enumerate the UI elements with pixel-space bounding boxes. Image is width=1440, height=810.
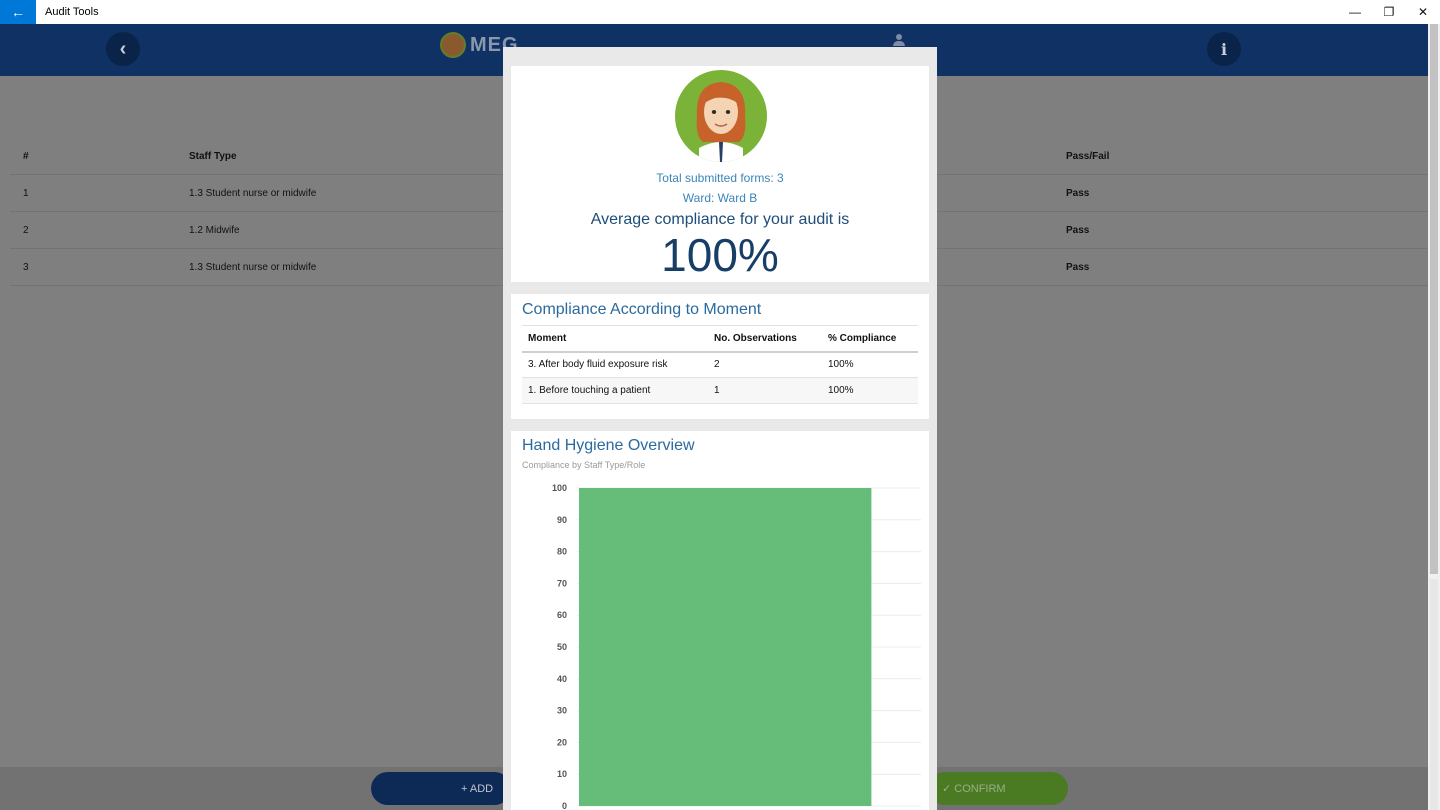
y-tick-label: 30 (557, 706, 567, 716)
window-titlebar: ← Audit Tools — ❐ ✕ (0, 0, 1440, 24)
moment-compliance-card: Compliance According to Moment Moment No… (511, 294, 929, 419)
overview-card-subtitle: Compliance by Staff Type/Role (522, 460, 646, 470)
col-header-number: # (23, 151, 29, 162)
moment-table: Moment No. Observations % Compliance 3. … (522, 325, 918, 404)
row-staff-type: 1.3 Student nurse or midwife (189, 188, 317, 199)
hand-hygiene-overview-card: Hand Hygiene Overview Compliance by Staf… (511, 431, 929, 810)
scrollbar-track[interactable] (1430, 579, 1438, 810)
close-button[interactable]: ✕ (1406, 0, 1440, 24)
compliance-cell: 100% (822, 377, 918, 404)
chevron-left-icon: ‹ (119, 37, 127, 60)
add-button[interactable]: + ADD (371, 772, 511, 805)
col-header-compliance: % Compliance (822, 325, 918, 353)
y-tick-label: 80 (557, 547, 567, 557)
back-arrow-icon: ← (11, 4, 25, 20)
summary-card: Total submitted forms: 3 Ward: Ward B Av… (511, 66, 929, 282)
table-row: 1. Before touching a patient 1 100% (522, 377, 918, 404)
observations-cell: 1 (708, 377, 822, 404)
col-header-observations: No. Observations (708, 325, 822, 353)
row-result: Pass (1066, 262, 1090, 273)
summary-modal: Total submitted forms: 3 Ward: Ward B Av… (503, 47, 937, 810)
nurse-avatar-icon (675, 70, 767, 162)
compliance-bar-chart: 0 10 20 30 40 50 60 70 80 90 100 (552, 483, 921, 810)
y-tick-label: 60 (557, 610, 567, 620)
row-staff-type: 1.2 Midwife (189, 225, 240, 236)
ward-text: Ward: Ward B (682, 191, 758, 205)
y-tick-label: 70 (557, 578, 567, 588)
moment-cell: 1. Before touching a patient (522, 377, 708, 404)
col-header-pass-fail: Pass/Fail (1066, 151, 1110, 162)
user-icon[interactable] (893, 34, 905, 48)
row-result: Pass (1066, 188, 1090, 199)
confirm-button[interactable]: ✓ CONFIRM (928, 772, 1068, 805)
compliance-cell: 100% (822, 351, 918, 378)
window-controls: — ❐ ✕ (1338, 0, 1440, 24)
y-tick-label: 90 (557, 515, 567, 525)
y-tick-label: 100 (552, 483, 567, 493)
header-back-button[interactable]: ‹ (106, 32, 140, 66)
row-staff-type: 1.3 Student nurse or midwife (189, 262, 317, 273)
table-row: 3. After body fluid exposure risk 2 100% (522, 351, 918, 378)
row-number: 1 (23, 188, 29, 199)
minimize-button[interactable]: — (1338, 0, 1372, 24)
y-tick-label: 50 (557, 642, 567, 652)
window-back-button[interactable]: ← (0, 0, 36, 24)
moment-card-title: Compliance According to Moment (522, 301, 762, 318)
observations-cell: 2 (708, 351, 822, 378)
scrollbar-thumb[interactable] (1430, 24, 1438, 574)
col-header-moment: Moment (522, 325, 708, 353)
row-number: 2 (23, 225, 29, 236)
y-tick-label: 0 (562, 801, 567, 810)
restore-button[interactable]: ❐ (1372, 0, 1406, 24)
logo-avatar-icon (440, 32, 466, 58)
row-result: Pass (1066, 225, 1090, 236)
row-number: 3 (23, 262, 29, 273)
average-compliance-value: 100% (661, 229, 779, 281)
total-forms-text: Total submitted forms: 3 (656, 171, 784, 185)
chart-bar[interactable] (579, 488, 872, 806)
y-tick-label: 20 (557, 737, 567, 747)
average-compliance-label: Average compliance for your audit is (590, 211, 850, 228)
page-scrollbar[interactable] (1428, 24, 1440, 810)
info-icon: i (1220, 39, 1228, 59)
moment-table-header: Moment No. Observations % Compliance (522, 325, 918, 353)
info-button[interactable]: i (1207, 32, 1241, 66)
y-tick-label: 10 (557, 769, 567, 779)
overview-card-title: Hand Hygiene Overview (522, 437, 695, 454)
col-header-staff-type: Staff Type (189, 151, 237, 162)
moment-cell: 3. After body fluid exposure risk (522, 351, 708, 378)
window-title: Audit Tools (45, 6, 99, 18)
y-tick-label: 40 (557, 674, 567, 684)
